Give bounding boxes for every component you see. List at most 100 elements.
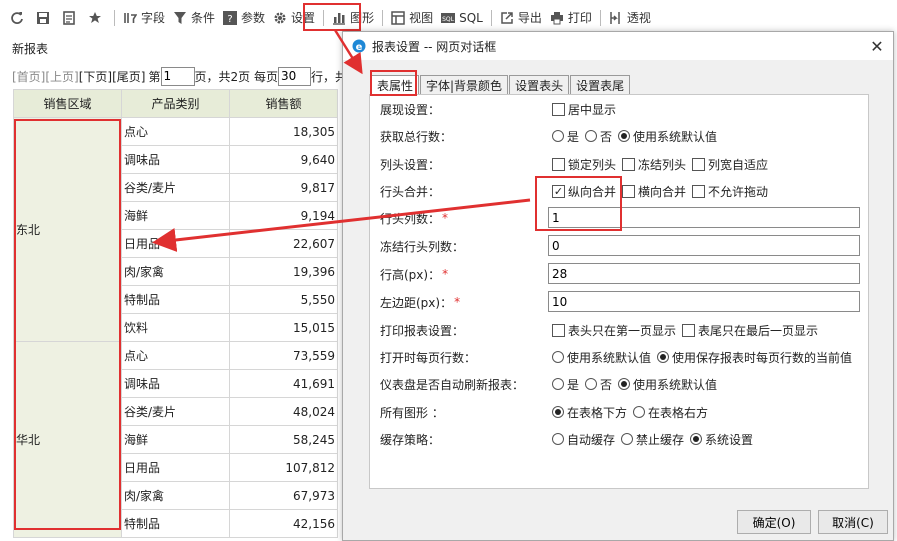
radio-icon[interactable]: [585, 130, 598, 142]
input-left-margin[interactable]: [548, 291, 860, 312]
option-label: 横向合并: [638, 184, 687, 199]
radio-selected-icon[interactable]: [618, 130, 631, 142]
parameter-button[interactable]: ? 参数: [219, 5, 269, 31]
column-header[interactable]: 销售区域: [13, 89, 122, 118]
required-mark: *: [454, 295, 461, 309]
input-row-height[interactable]: [548, 263, 860, 284]
sql-label: SQL: [459, 10, 483, 25]
radio-icon[interactable]: [552, 433, 564, 445]
setting-label-row-height: 行高(px)： *: [380, 264, 448, 284]
radio-option[interactable]: 在表格右方: [633, 404, 708, 421]
radio-option[interactable]: 在表格下方: [552, 404, 627, 421]
tab-table-properties[interactable]: 表属性: [371, 75, 420, 95]
radio-option[interactable]: 使用保存报表时每页行数的当前值: [657, 349, 852, 366]
bar-chart-icon: [332, 11, 346, 25]
condition-button[interactable]: 条件: [169, 5, 219, 31]
radio-option[interactable]: 否: [585, 128, 612, 145]
column-header[interactable]: 产品类别: [121, 89, 230, 118]
pivot-button[interactable]: 透视: [605, 5, 655, 31]
field-button[interactable]: 字段: [119, 5, 169, 31]
sales-cell: 18,305: [229, 117, 338, 146]
option-label: 自动缓存: [567, 432, 616, 447]
radio-option[interactable]: 是: [552, 376, 579, 393]
checkbox-checked-icon[interactable]: ✓: [552, 184, 565, 198]
cancel-button[interactable]: 取消(C): [818, 510, 888, 534]
checkbox-option[interactable]: ✓ 纵向合并: [552, 183, 616, 200]
input-frozen-cols[interactable]: [548, 235, 860, 256]
radio-option[interactable]: 是: [552, 128, 579, 145]
checkbox-icon[interactable]: [622, 157, 636, 171]
checkbox-icon[interactable]: [552, 102, 565, 116]
tab-font-background[interactable]: 字体|背景颜色: [420, 75, 509, 94]
prev-page-link[interactable]: [上页]: [45, 68, 78, 85]
checkbox-option[interactable]: 冻结列头: [622, 156, 686, 173]
radio-icon[interactable]: [552, 130, 564, 142]
checkbox-icon[interactable]: [552, 157, 565, 171]
radio-option[interactable]: 系统设置: [690, 431, 753, 448]
radio-option[interactable]: 使用系统默认值: [618, 376, 717, 393]
save-button[interactable]: [32, 5, 58, 31]
checkbox-option[interactable]: 表尾只在最后一页显示: [682, 322, 818, 339]
checkbox-option[interactable]: 居中显示: [552, 101, 616, 118]
favorite-button[interactable]: [84, 5, 110, 31]
option-label: 居中显示: [568, 102, 617, 117]
checkbox-option[interactable]: 横向合并: [622, 183, 686, 200]
document-button[interactable]: [58, 5, 84, 31]
sql-button[interactable]: SQL SQL: [437, 5, 487, 31]
radio-icon[interactable]: [621, 433, 634, 445]
settings-button[interactable]: 设置: [269, 5, 319, 31]
radio-option[interactable]: 使用系统默认值: [618, 128, 717, 145]
checkbox-option[interactable]: 列宽自适应: [692, 156, 768, 173]
category-cell: 日用品: [121, 453, 230, 482]
checkbox-icon[interactable]: [692, 157, 706, 171]
input-row-head-cols[interactable]: [548, 207, 860, 228]
checkbox-option[interactable]: 锁定列头: [552, 156, 616, 173]
checkbox-icon[interactable]: [622, 184, 636, 198]
radio-selected-icon[interactable]: [552, 406, 564, 418]
dialog-tabs: 表属性 字体|背景颜色 设置表头 设置表尾: [371, 75, 631, 95]
tab-table-header[interactable]: 设置表头: [509, 75, 570, 94]
options-all-charts: 在表格下方 在表格右方: [552, 402, 714, 422]
radio-selected-icon[interactable]: [657, 351, 670, 363]
checkbox-icon[interactable]: [692, 184, 706, 198]
options-col-head: 锁定列头 冻结列头 列宽自适应: [552, 154, 774, 174]
column-header[interactable]: 销售额: [229, 89, 338, 118]
category-cell: 调味品: [121, 369, 230, 398]
refresh-button[interactable]: [6, 5, 32, 31]
close-icon[interactable]: ✕: [867, 36, 887, 56]
tab-table-footer[interactable]: 设置表尾: [570, 75, 631, 94]
last-page-link[interactable]: [尾页]: [112, 68, 145, 85]
radio-option[interactable]: 禁止缓存: [621, 431, 684, 448]
setting-label-rows-on-open: 打开时每页行数：: [380, 347, 476, 367]
export-label: 导出: [517, 11, 542, 25]
radio-option[interactable]: 否: [585, 376, 612, 393]
print-button[interactable]: 打印: [546, 5, 596, 31]
checkbox-icon[interactable]: [682, 323, 696, 337]
first-page-link[interactable]: [首页]: [12, 68, 45, 85]
checkbox-icon[interactable]: [552, 323, 565, 337]
option-label: 冻结列头: [638, 157, 687, 172]
setting-label-frozen-cols: 冻结行头列数：: [380, 236, 464, 256]
setting-label-display: 展现设置：: [380, 99, 440, 119]
radio-option[interactable]: 自动缓存: [552, 431, 615, 448]
export-button[interactable]: 导出: [496, 5, 546, 31]
radio-icon[interactable]: [552, 378, 564, 390]
radio-selected-icon[interactable]: [618, 378, 631, 390]
category-cell: 特制品: [121, 509, 230, 538]
radio-option[interactable]: 使用系统默认值: [552, 349, 651, 366]
radio-icon[interactable]: [585, 378, 598, 390]
checkbox-option[interactable]: 表头只在第一页显示: [552, 322, 676, 339]
option-label: 是: [567, 377, 580, 392]
radio-icon[interactable]: [552, 351, 564, 363]
setting-label-auto-refresh: 仪表盘是否自动刷新报表：: [380, 374, 524, 394]
radio-icon[interactable]: [633, 406, 646, 418]
options-display: 居中显示: [552, 99, 622, 119]
view-button[interactable]: 视图: [387, 5, 437, 31]
next-page-link[interactable]: [下页]: [79, 68, 112, 85]
ok-button[interactable]: 确定(O): [737, 510, 811, 534]
checkbox-option[interactable]: 不允许拖动: [692, 183, 768, 200]
rows-per-page-input[interactable]: [277, 66, 311, 86]
radio-selected-icon[interactable]: [690, 433, 703, 445]
page-number-input[interactable]: [160, 66, 195, 86]
chart-button[interactable]: 图形: [328, 5, 378, 31]
